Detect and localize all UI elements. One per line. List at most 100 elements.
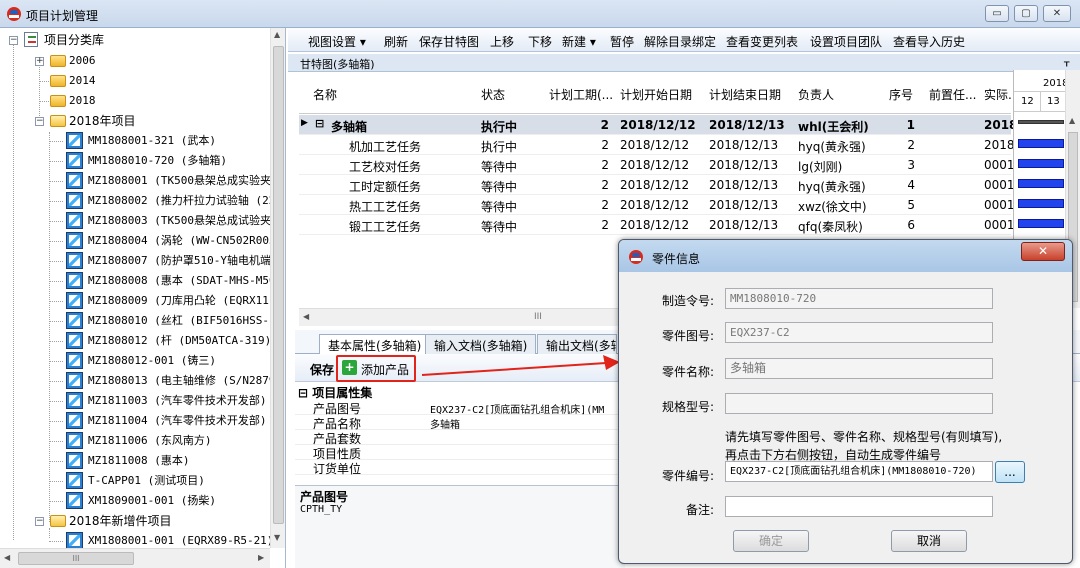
scroll-thumb[interactable] xyxy=(273,46,284,524)
col-name[interactable]: 名称 xyxy=(313,86,337,103)
property-row[interactable]: 产品图号 EQX237-C2[顶底面钻孔组合机床](MM xyxy=(295,400,625,416)
project-icon xyxy=(66,312,83,329)
col-start[interactable]: 计划开始日期 xyxy=(620,86,692,103)
col-predecessor[interactable]: 前置任... xyxy=(929,86,976,103)
spec-field[interactable] xyxy=(725,393,993,414)
close-window-button[interactable]: ✕ xyxy=(1043,5,1071,22)
import-history-button[interactable]: 查看导入历史 xyxy=(893,33,965,50)
tree-label: MZ1808013 (电主轴维修 (S/N287916) xyxy=(88,374,286,387)
open-folder-icon xyxy=(50,115,66,127)
tree-label: MM1808001-321 (武本) xyxy=(88,134,216,147)
task-actual: 0001 xyxy=(984,198,1015,212)
dialog-close-button[interactable]: ✕ xyxy=(1021,242,1065,261)
project-icon xyxy=(66,232,83,249)
project-icon xyxy=(66,452,83,469)
tree-label: MZ1808012 (杆 (DM50ATCA-319)) xyxy=(88,334,278,347)
remark-field[interactable] xyxy=(725,496,993,517)
library-icon xyxy=(24,32,38,47)
collapse-icon[interactable]: ⊟ xyxy=(315,117,324,130)
tree-label: MZ1811004 (汽车零件技术开发部) xyxy=(88,414,267,427)
gantt-bar[interactable] xyxy=(1018,159,1064,168)
gantt-row[interactable]: 热工工艺任务 等待中 2 2018/12/12 2018/12/13 xwz(徐文中) 5 0… xyxy=(299,195,1015,215)
tree-horizontal-scrollbar[interactable]: ◀ III ▶ xyxy=(0,548,270,568)
part-name-field[interactable]: 多轴箱 xyxy=(725,358,993,379)
gantt-row[interactable]: ▶ ⊟ 多轴箱 执行中 2 2018/12/12 2018/12/13 whl(王会利) 1 20… xyxy=(299,115,1017,135)
gantt-bar[interactable] xyxy=(1018,179,1064,188)
ok-button[interactable]: 确定 xyxy=(733,530,809,552)
add-product-button[interactable] xyxy=(336,355,416,382)
gantt-bar[interactable] xyxy=(1018,219,1064,228)
chart-day: 13 xyxy=(1047,96,1060,107)
generate-part-no-button[interactable]: ... xyxy=(995,461,1025,483)
cancel-button[interactable]: 取消 xyxy=(891,530,967,552)
move-down-button[interactable]: 下移 xyxy=(528,33,552,50)
project-tree: − 项目分类库 + 2006 2014 2018 − 2018年项目 MM180… xyxy=(0,28,286,568)
scroll-left-icon[interactable]: ◀ xyxy=(303,312,309,321)
gantt-bar[interactable] xyxy=(1018,139,1064,148)
tree-label: MZ1808004 (涡轮 (WW-CN502R005)) xyxy=(88,234,286,247)
task-owner: lg(刘刚) xyxy=(798,160,843,174)
gantt-row[interactable]: 锻工工艺任务 等待中 2 2018/12/12 2018/12/13 qfq(秦凤秋) 6 0… xyxy=(299,215,1015,235)
gantt-bar[interactable] xyxy=(1018,120,1064,124)
tree-label: T-CAPP01 (测试项目) xyxy=(88,474,205,487)
refresh-button[interactable]: 刷新 xyxy=(384,33,408,50)
scroll-down-icon[interactable]: ▼ xyxy=(274,533,280,542)
tree-label: MM1808010-720 (多轴箱) xyxy=(88,154,227,167)
col-owner[interactable]: 负责人 xyxy=(798,86,834,103)
part-drawing-field[interactable]: EQX237-C2 xyxy=(725,322,993,343)
move-up-button[interactable]: 上移 xyxy=(490,33,514,50)
task-days: 2 xyxy=(600,118,609,132)
task-end: 2018/12/13 xyxy=(709,198,779,212)
expand-icon[interactable]: + xyxy=(35,57,44,66)
task-seq: 2 xyxy=(907,138,915,152)
set-team-button[interactable]: 设置项目团队 xyxy=(810,33,882,50)
scroll-thumb[interactable]: III xyxy=(18,552,134,565)
collapse-icon[interactable]: − xyxy=(35,517,44,526)
view-changes-button[interactable]: 查看变更列表 xyxy=(726,33,798,50)
collapse-icon[interactable]: − xyxy=(35,117,44,126)
col-duration[interactable]: 计划工期(... xyxy=(549,86,613,103)
unbind-directory-button[interactable]: 解除目录绑定 xyxy=(644,33,716,50)
task-actual: 0001 xyxy=(984,158,1015,172)
pause-button[interactable]: 暂停 xyxy=(610,33,634,50)
col-status[interactable]: 状态 xyxy=(481,86,505,103)
scroll-right-icon[interactable]: ▶ xyxy=(258,553,264,562)
task-status: 执行中 xyxy=(481,120,518,134)
task-owner: whl(王会利) xyxy=(798,120,869,134)
property-row[interactable]: 产品套数 xyxy=(295,430,625,446)
tree-vertical-scrollbar[interactable]: ▲ ▼ xyxy=(270,28,285,548)
task-seq: 6 xyxy=(907,218,915,232)
gantt-row[interactable]: 工时定额任务 等待中 2 2018/12/12 2018/12/13 hyq(黄永强) 4 0… xyxy=(299,175,1015,195)
task-actual: 2018 xyxy=(984,138,1015,152)
minimize-button[interactable]: ▭ xyxy=(985,5,1009,22)
gantt-row[interactable]: 机加工艺任务 执行中 2 2018/12/12 2018/12/13 hyq(黄永强) 2 2… xyxy=(299,135,1015,155)
property-row[interactable]: 订货单位 xyxy=(295,460,625,476)
new-button[interactable]: 新建 ▾ xyxy=(562,33,596,50)
collapse-icon[interactable]: − xyxy=(9,36,18,45)
project-icon xyxy=(66,152,83,169)
task-end: 2018/12/13 xyxy=(709,178,779,192)
task-status: 等待中 xyxy=(481,220,518,234)
order-no-field[interactable]: MM1808010-720 xyxy=(725,288,993,309)
dialog-titlebar: 零件信息 ✕ xyxy=(619,240,1072,272)
save-button[interactable]: 保存 xyxy=(310,361,334,378)
task-end: 2018/12/13 xyxy=(709,138,779,152)
part-no-field[interactable]: EQX237-C2[顶底面钻孔组合机床](MM1808010-720) xyxy=(725,461,993,482)
view-settings-button[interactable]: 视图设置 ▾ xyxy=(308,33,366,50)
scroll-left-icon[interactable]: ◀ xyxy=(4,553,10,562)
maximize-button[interactable]: ▢ xyxy=(1014,5,1038,22)
scroll-thumb-grip[interactable]: III xyxy=(534,312,542,322)
collapse-icon[interactable]: ⊟ xyxy=(298,386,312,400)
scroll-up-icon[interactable]: ▲ xyxy=(274,30,280,39)
pin-icon[interactable]: ᚁ xyxy=(1064,55,1069,68)
property-row[interactable]: 项目性质 xyxy=(295,445,625,461)
col-end[interactable]: 计划结束日期 xyxy=(709,86,781,103)
save-gantt-button[interactable]: 保存甘特图 xyxy=(419,33,479,50)
scroll-up-icon[interactable]: ▲ xyxy=(1069,116,1075,125)
tab-basic-properties[interactable]: 基本属性(多轴箱) xyxy=(319,334,431,354)
gantt-row[interactable]: 工艺校对任务 等待中 2 2018/12/12 2018/12/13 lg(刘刚) 3 000… xyxy=(299,155,1015,175)
col-seq[interactable]: 序号 xyxy=(889,86,913,103)
app-logo-icon xyxy=(629,250,643,264)
property-row[interactable]: 产品名称 多轴箱 xyxy=(295,415,625,431)
gantt-bar[interactable] xyxy=(1018,199,1064,208)
